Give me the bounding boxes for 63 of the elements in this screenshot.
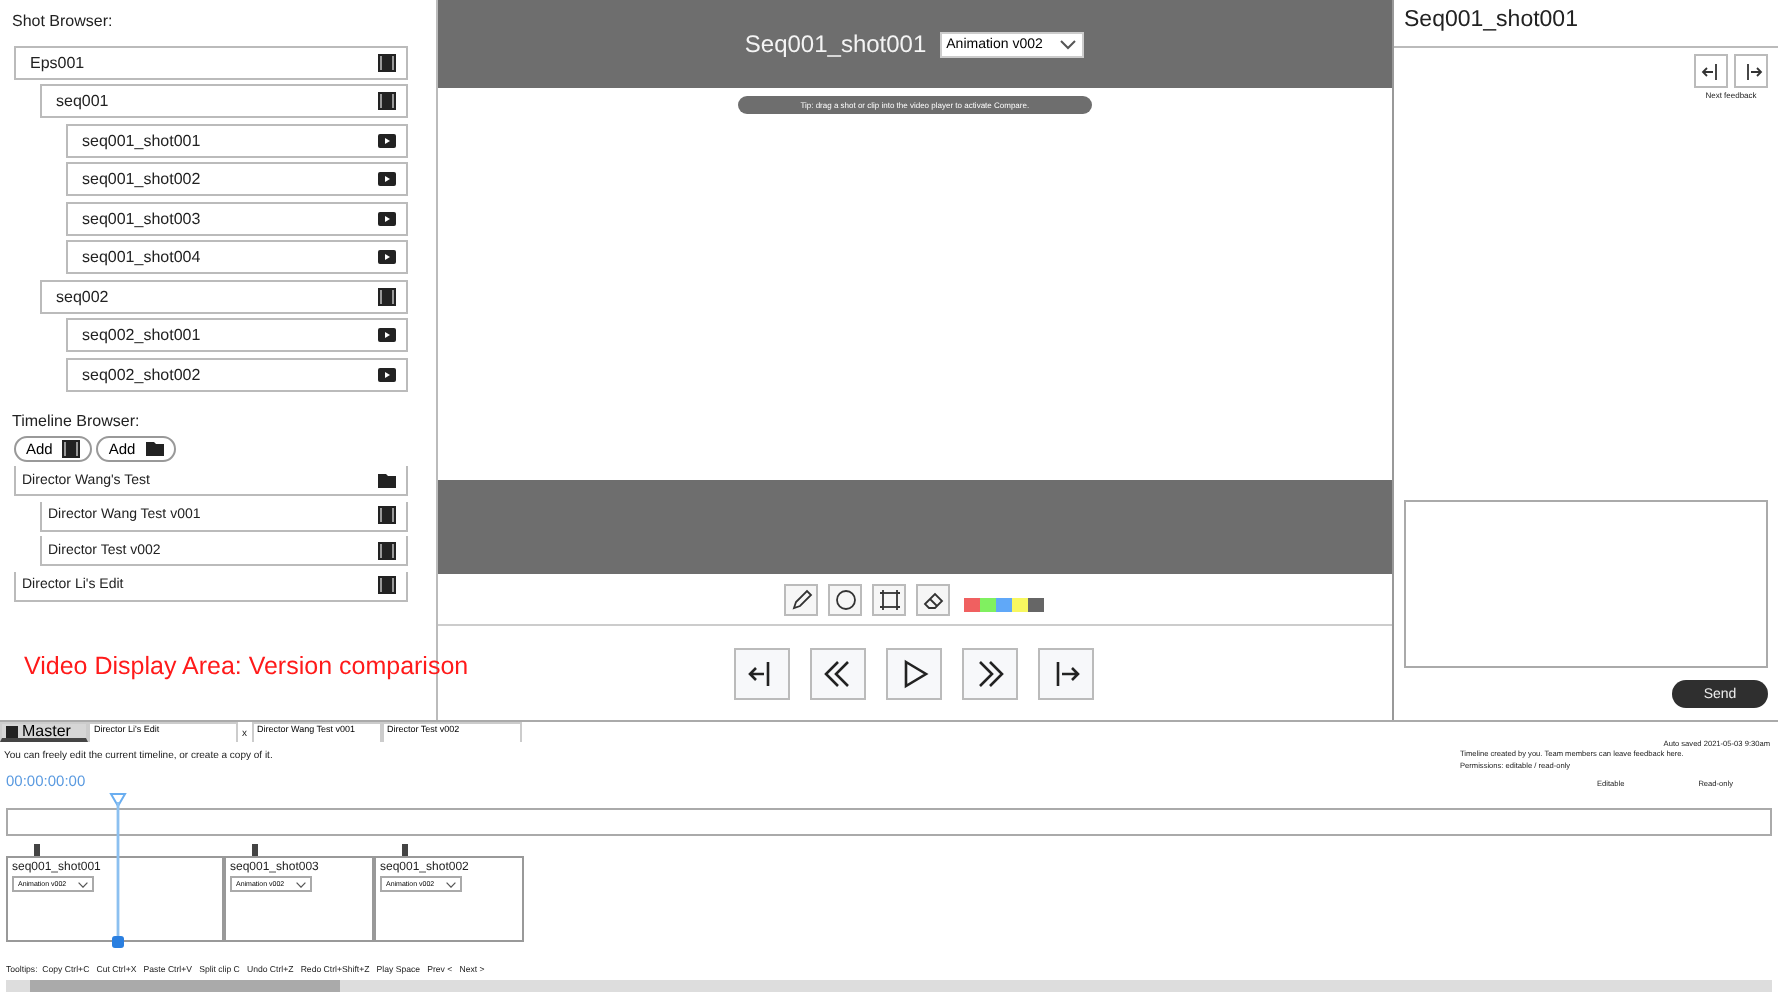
chevron-icon [78, 881, 89, 887]
film-icon [377, 576, 396, 594]
pencil-tool-button[interactable] [784, 583, 819, 615]
fast-forward-button[interactable] [962, 647, 1019, 699]
tab[interactable]: Master [0, 722, 88, 742]
play-button[interactable] [886, 647, 943, 699]
chevron-icon [296, 881, 307, 887]
tree-item[interactable]: seq001_shot003 [66, 201, 408, 235]
play-icon [377, 250, 396, 264]
film-icon [377, 541, 396, 559]
skip-end-button[interactable] [1038, 647, 1095, 699]
rewind-button[interactable] [810, 647, 867, 699]
feedback-field[interactable] [1404, 500, 1768, 668]
arrow-left-icon [1699, 59, 1723, 83]
film-icon [377, 506, 396, 524]
color-swatch[interactable] [964, 597, 981, 611]
tree-item[interactable]: seq001_shot002 [66, 162, 408, 196]
tree-item[interactable]: seq001_shot001 [66, 123, 408, 157]
tree-item[interactable]: seq002_shot001 [66, 318, 408, 352]
pencil-icon [789, 587, 814, 611]
skip-start-button[interactable] [734, 647, 791, 699]
film-icon [377, 287, 396, 305]
circle-icon [833, 587, 858, 611]
tree-item[interactable]: Eps001 [14, 45, 408, 79]
playhead-handle[interactable] [108, 792, 128, 952]
panel-title: Shot Browser: [12, 12, 115, 30]
tree-item[interactable]: seq001_shot004 [66, 240, 408, 274]
play-icon [377, 133, 396, 147]
marker-icon[interactable] [34, 844, 40, 856]
marker-icon[interactable] [402, 844, 408, 856]
color-swatch[interactable] [1028, 597, 1045, 611]
next-feedback-button[interactable] [1734, 54, 1768, 88]
film-icon [377, 53, 396, 71]
tree-item[interactable]: seq002 [40, 279, 408, 313]
play-icon [377, 211, 396, 225]
tree-item[interactable]: seq001 [40, 84, 408, 118]
panel-title: Timeline Browser: [12, 412, 142, 430]
play-icon [377, 367, 396, 381]
color-swatch[interactable] [1012, 597, 1029, 611]
eraser-tool-button[interactable] [916, 583, 951, 615]
marker-icon[interactable] [252, 844, 258, 856]
film-icon [377, 92, 396, 110]
feedback-title: Seq001_shot001 [1394, 0, 1778, 48]
shot-title: Seq001_shot001 [744, 30, 927, 58]
chevron-icon [1060, 39, 1077, 49]
folder-icon [145, 441, 164, 455]
annotation-text: Video Display Area: Version comparison [24, 652, 469, 680]
chevron-icon [446, 881, 457, 887]
eraser-icon [921, 587, 946, 611]
previous-feedback-button[interactable] [1694, 54, 1728, 88]
scroll-thumb[interactable] [30, 980, 340, 992]
color-swatch[interactable] [996, 597, 1013, 611]
tree-item[interactable]: seq002_shot002 [66, 357, 408, 391]
square-icon [6, 725, 18, 737]
crop-tool-button[interactable] [872, 583, 907, 615]
crop-icon [877, 587, 902, 611]
play-icon [377, 172, 396, 186]
scrollbar[interactable] [6, 980, 1772, 992]
play-icon [377, 328, 396, 342]
circle-tool-button[interactable] [828, 583, 863, 615]
folder-icon [377, 473, 396, 487]
film-icon [62, 439, 81, 457]
color-swatch[interactable] [980, 597, 997, 611]
